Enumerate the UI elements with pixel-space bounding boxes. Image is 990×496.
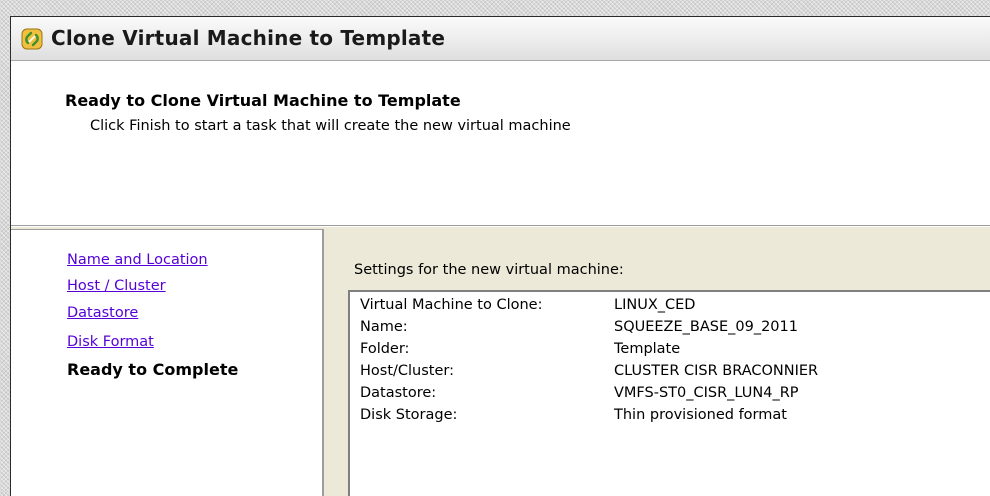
clone-wizard-icon <box>21 28 43 50</box>
summary-value: SQUEEZE_BASE_09_2011 <box>614 319 798 335</box>
step-description: Click Finish to start a task that will c… <box>90 118 571 134</box>
header-divider <box>11 225 990 227</box>
title-bar[interactable]: Clone Virtual Machine to Template <box>11 17 990 61</box>
summary-key: Name: <box>360 319 408 335</box>
summary-value: LINUX_CED <box>614 297 696 313</box>
summary-key: Folder: <box>360 341 410 357</box>
wizard-header: Ready to Clone Virtual Machine to Templa… <box>11 61 990 225</box>
step-heading: Ready to Clone Virtual Machine to Templa… <box>65 91 461 110</box>
step-ready-to-complete: Ready to Complete <box>67 360 239 379</box>
step-datastore[interactable]: Datastore <box>67 305 138 321</box>
summary-value: VMFS-ST0_CISR_LUN4_RP <box>614 385 799 401</box>
summary-key: Datastore: <box>360 385 437 401</box>
step-host-cluster[interactable]: Host / Cluster <box>67 278 166 294</box>
wizard-step-list: Name and Location Host / Cluster Datasto… <box>11 229 324 496</box>
settings-summary-box[interactable]: Virtual Machine to Clone: LINUX_CED Name… <box>348 290 990 496</box>
summary-key: Disk Storage: <box>360 407 458 423</box>
step-name-and-location[interactable]: Name and Location <box>67 252 208 268</box>
settings-label: Settings for the new virtual machine: <box>354 262 624 278</box>
summary-key: Virtual Machine to Clone: <box>360 297 543 313</box>
summary-value: CLUSTER CISR BRACONNIER <box>614 363 819 379</box>
step-disk-format[interactable]: Disk Format <box>67 334 154 350</box>
summary-value: Template <box>614 341 681 357</box>
summary-value: Thin provisioned format <box>614 407 787 423</box>
clone-wizard-window: Clone Virtual Machine to Template Ready … <box>10 16 990 496</box>
window-title: Clone Virtual Machine to Template <box>51 26 446 50</box>
summary-key: Host/Cluster: <box>360 363 454 379</box>
